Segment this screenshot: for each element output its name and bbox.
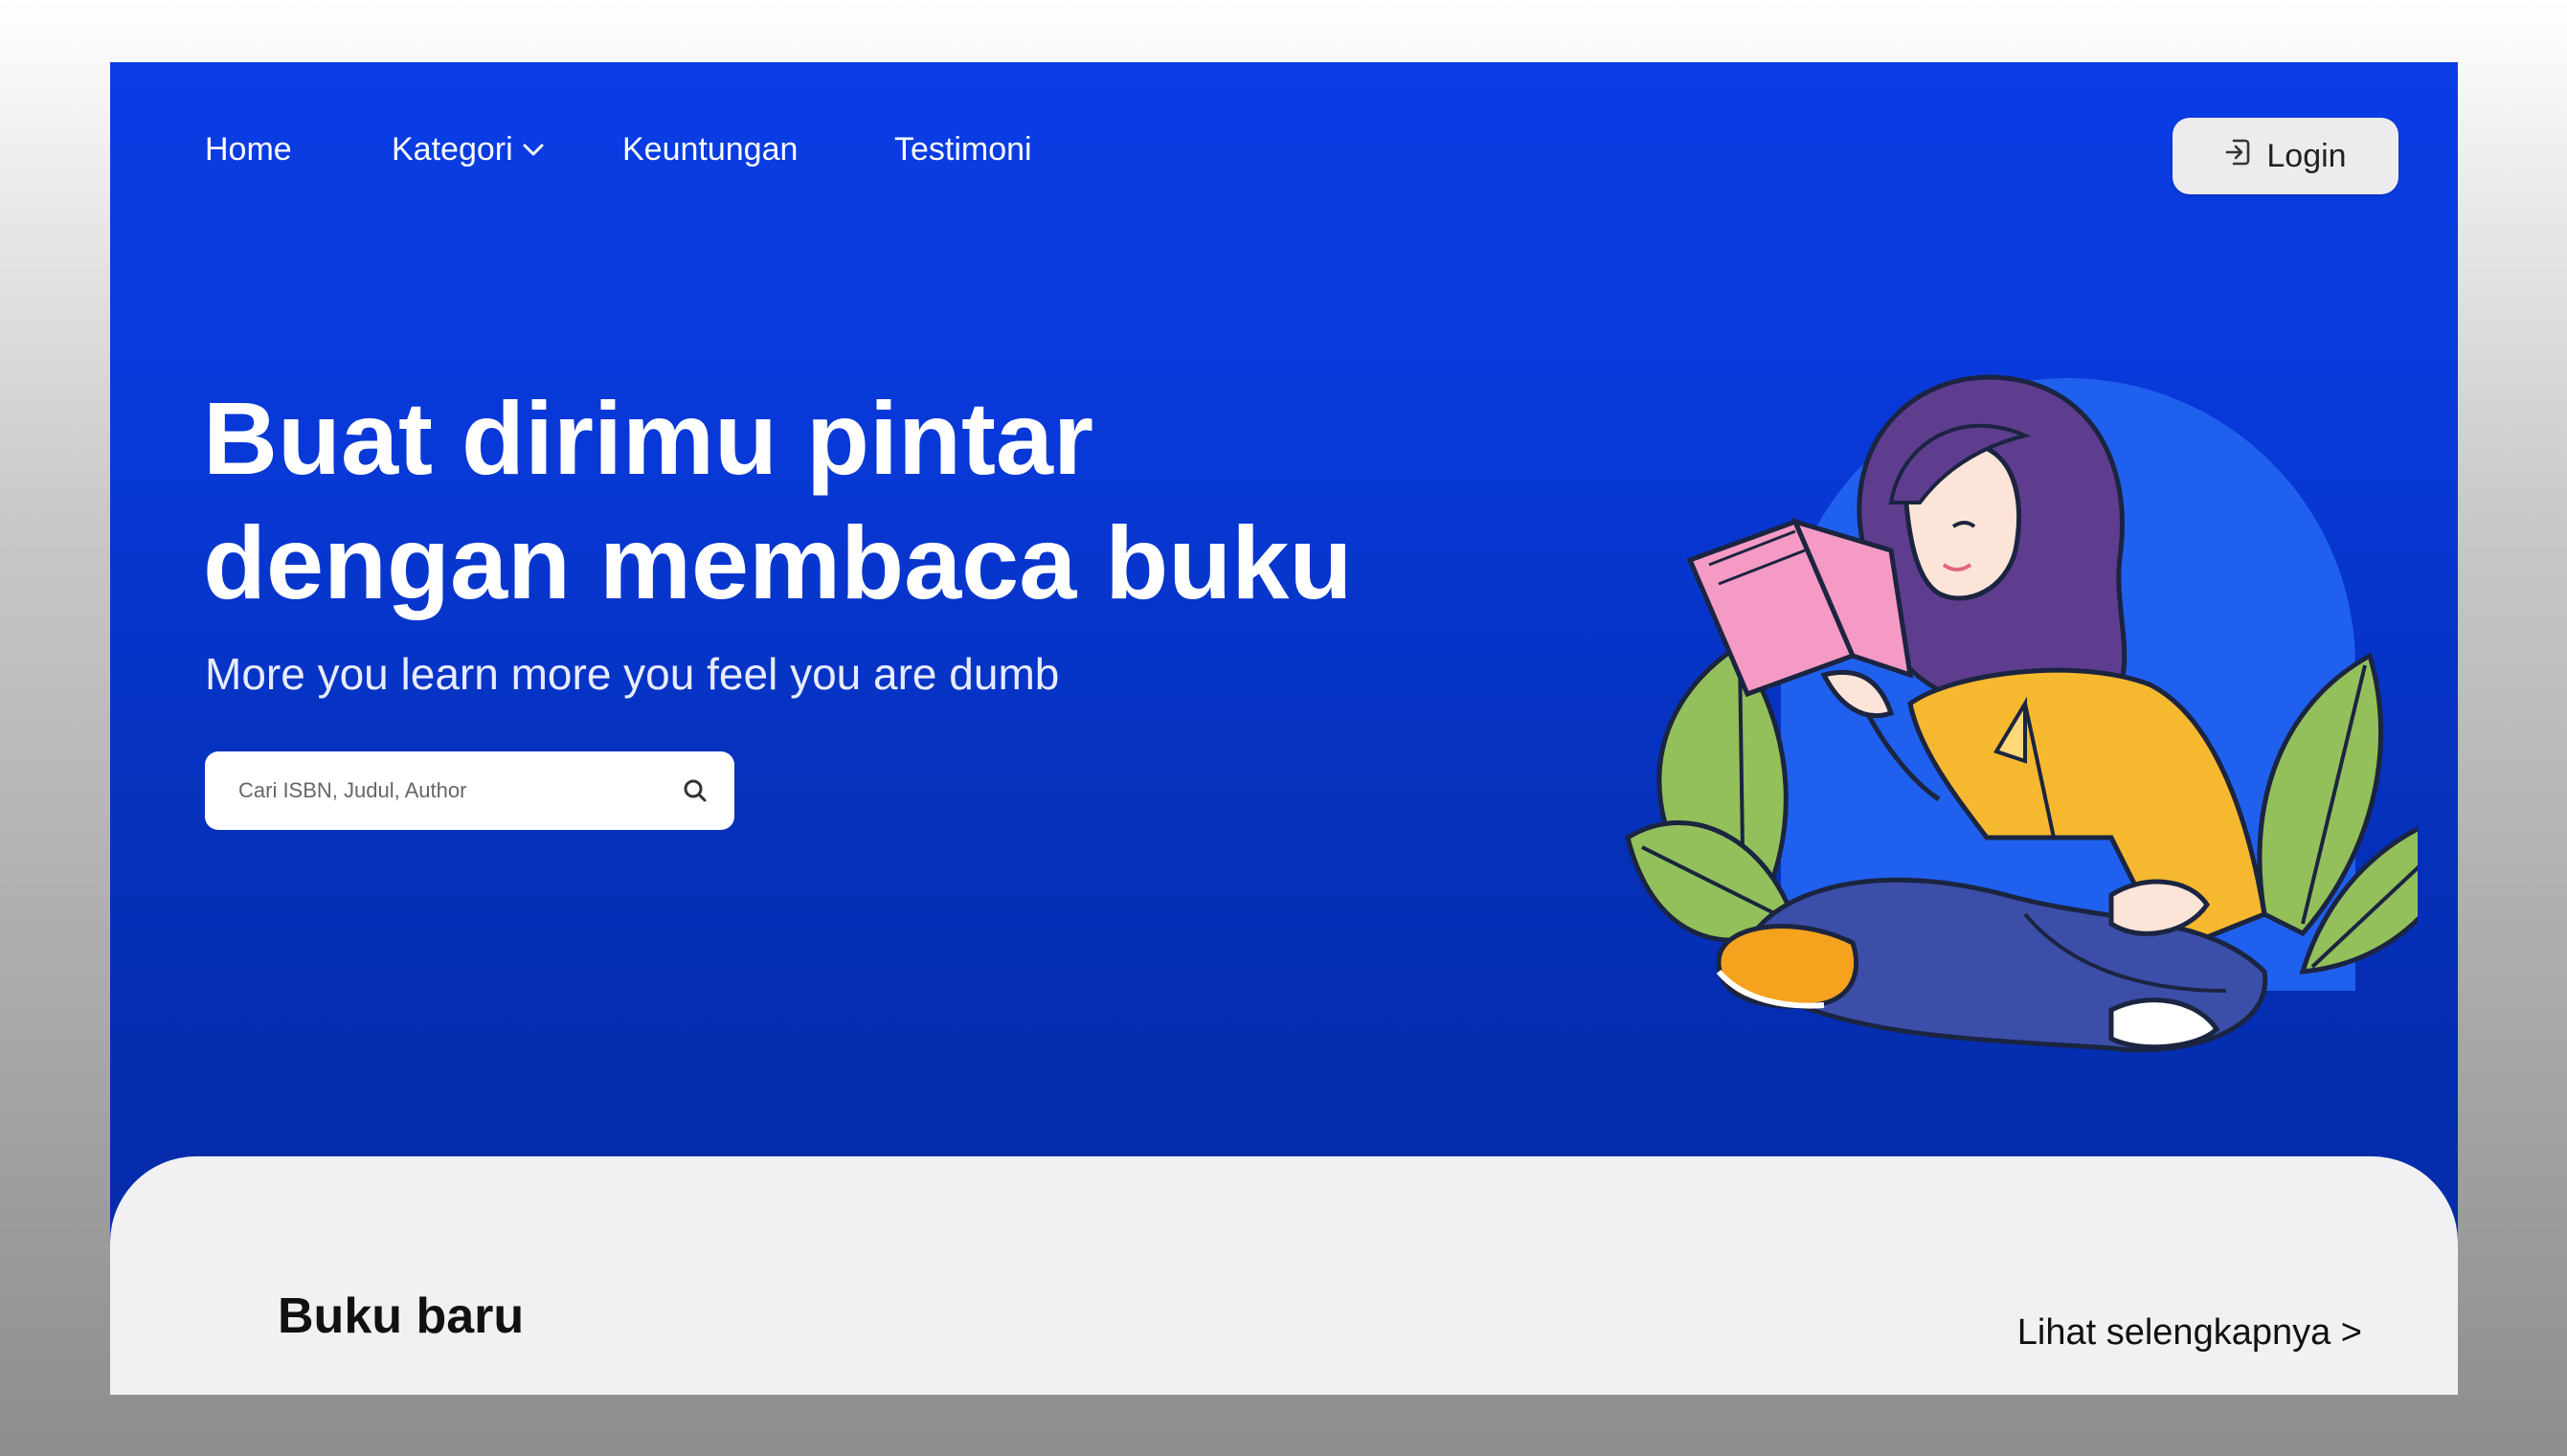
chevron-down-icon bbox=[523, 144, 544, 157]
login-button[interactable]: Login bbox=[2173, 118, 2398, 194]
hero-title-line-1: Buat dirimu pintar bbox=[203, 380, 1094, 496]
hero-title: Buat dirimu pintar dengan membaca buku bbox=[203, 376, 1352, 625]
login-label: Login bbox=[2266, 137, 2347, 174]
nav-kategori-label: Kategori bbox=[392, 131, 513, 168]
top-nav: Home Kategori Keuntungan Testimoni Login bbox=[110, 62, 2458, 244]
nav-home[interactable]: Home bbox=[205, 131, 292, 168]
hero-title-line-2: dengan membaca buku bbox=[203, 504, 1353, 620]
search-input[interactable] bbox=[238, 778, 681, 803]
reading-girl-illustration bbox=[1575, 302, 2458, 1106]
hero-subtitle: More you learn more you feel you are dum… bbox=[205, 649, 1060, 699]
nav-kategori[interactable]: Kategori bbox=[392, 131, 544, 168]
see-more-link[interactable]: Lihat selengkapnya > bbox=[2017, 1312, 2362, 1354]
nav-keuntungan[interactable]: Keuntungan bbox=[622, 131, 798, 168]
page-frame: Home Kategori Keuntungan Testimoni Login… bbox=[110, 62, 2458, 1395]
section-title: Buku baru bbox=[278, 1288, 525, 1344]
nav-testimoni[interactable]: Testimoni bbox=[894, 131, 1032, 168]
login-icon bbox=[2224, 137, 2253, 176]
search-icon[interactable] bbox=[681, 776, 709, 805]
content-panel bbox=[110, 1156, 2458, 1395]
search-box bbox=[205, 751, 734, 830]
